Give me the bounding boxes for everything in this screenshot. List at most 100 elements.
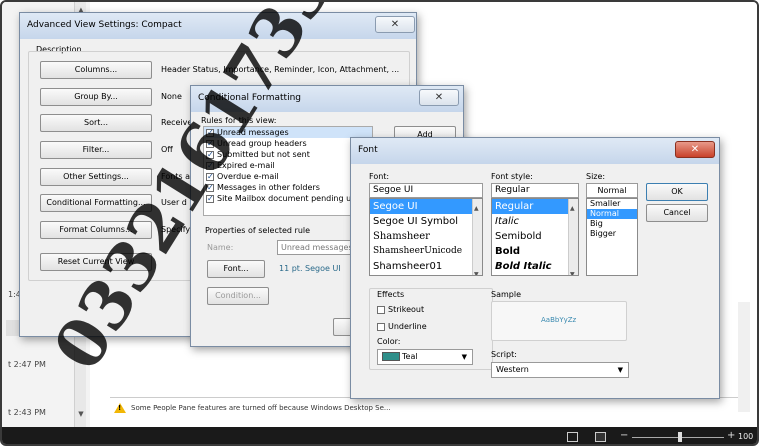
rule-checkbox[interactable]: [206, 138, 214, 149]
conditional-close-button[interactable]: ✕: [419, 89, 459, 106]
rule-item[interactable]: Unread messages: [204, 127, 372, 138]
script-dropdown[interactable]: Western ▼: [491, 362, 629, 378]
rule-item[interactable]: Messages in other folders: [204, 182, 372, 193]
font-style-item[interactable]: Semibold: [492, 229, 578, 244]
rule-label: Unread group headers: [217, 139, 307, 148]
font-style-item[interactable]: Bold Italic: [492, 259, 578, 274]
font-list-item[interactable]: Segoe UI Symbol: [370, 214, 482, 229]
font-dialog: Font ✕ Font: Segoe UI Segoe UI Segoe UI …: [350, 137, 720, 399]
rule-label: Overdue e-mail: [217, 172, 279, 181]
rules-label: Rules for this view:: [201, 116, 277, 125]
reading-pane-scrollbar[interactable]: [738, 302, 750, 412]
size-label: Size:: [586, 172, 606, 181]
zoom-level: 100: [738, 432, 754, 441]
strikeout-checkbox[interactable]: [377, 305, 385, 314]
script-value: Western: [496, 365, 529, 374]
rule-checkbox[interactable]: [206, 160, 214, 171]
zoom-slider-thumb[interactable]: [678, 432, 682, 442]
rule-item[interactable]: Overdue e-mail: [204, 171, 372, 182]
font-size-item[interactable]: Big: [587, 219, 637, 229]
normal-view-icon[interactable]: [567, 432, 578, 442]
sort-button[interactable]: Sort...: [40, 114, 152, 132]
scroll-down-icon[interactable]: ▼: [570, 267, 575, 275]
properties-label: Properties of selected rule: [205, 226, 311, 235]
font-size-item[interactable]: Smaller: [587, 199, 637, 209]
reset-current-view-button[interactable]: Reset Current View: [40, 253, 152, 271]
zoom-out-button[interactable]: −: [620, 430, 628, 441]
name-label: Name:: [207, 243, 234, 252]
rule-checkbox[interactable]: [206, 182, 214, 193]
font-size-field[interactable]: Normal: [586, 183, 638, 198]
scroll-up-icon[interactable]: ▲: [570, 201, 575, 216]
conditional-dialog-title: Conditional Formatting: [198, 93, 301, 103]
group-by-button[interactable]: Group By...: [40, 88, 152, 106]
rule-item[interactable]: Submitted but not sent: [204, 149, 372, 160]
font-style-item[interactable]: Italic: [492, 214, 578, 229]
scroll-down-icon[interactable]: ▼: [474, 267, 479, 275]
condition-button[interactable]: Condition...: [207, 287, 269, 305]
color-dropdown[interactable]: Teal ▼: [377, 349, 473, 365]
font-name-field[interactable]: Segoe UI: [369, 183, 483, 198]
scroll-up-icon[interactable]: ▲: [474, 201, 479, 216]
other-settings-value: Fonts a: [161, 172, 191, 181]
strikeout-label: Strikeout: [388, 305, 425, 314]
rule-checkbox[interactable]: [206, 127, 214, 138]
rule-checkbox[interactable]: [206, 193, 214, 204]
font-name-list[interactable]: Segoe UI Segoe UI Symbol Shamsheer Shams…: [369, 198, 483, 276]
conditional-formatting-button[interactable]: Conditional Formatting...: [40, 194, 152, 212]
font-size-list[interactable]: Smaller Normal Big Bigger: [586, 198, 638, 276]
font-size-item[interactable]: Normal: [587, 209, 637, 219]
group-by-value: None: [161, 92, 182, 101]
strikeout-option[interactable]: Strikeout: [377, 305, 424, 314]
font-cancel-button[interactable]: Cancel: [646, 204, 708, 222]
people-pane-notice: Some People Pane features are turned off…: [110, 397, 738, 417]
other-settings-button[interactable]: Other Settings...: [40, 168, 152, 186]
font-style-item[interactable]: Bold: [492, 244, 578, 259]
advanced-dialog-title: Advanced View Settings: Compact: [27, 20, 182, 30]
font-ok-button[interactable]: OK: [646, 183, 708, 201]
font-list-scrollbar[interactable]: ▲ ▼: [472, 199, 482, 275]
font-dialog-titlebar: Font ✕: [351, 138, 719, 164]
message-time-2: t 2:47 PM: [8, 360, 46, 369]
advanced-close-button[interactable]: ✕: [375, 16, 415, 33]
rule-item[interactable]: Unread group headers: [204, 138, 372, 149]
status-bar: − + 100: [2, 427, 757, 444]
font-list-item[interactable]: Segoe UI: [370, 199, 482, 214]
font-list-item[interactable]: Shamsheer01: [370, 259, 482, 274]
font-label: Font:: [369, 172, 390, 181]
font-style-field[interactable]: Regular: [491, 183, 579, 198]
columns-value: Header Status, Importance, Reminder, Ico…: [161, 65, 400, 74]
format-columns-button[interactable]: Format Columns...: [40, 221, 152, 239]
underline-option[interactable]: Underline: [377, 322, 427, 331]
font-style-item[interactable]: Regular: [492, 199, 578, 214]
font-style-scrollbar[interactable]: ▲ ▼: [568, 199, 578, 275]
font-list-item[interactable]: Shamsheer: [370, 229, 482, 244]
notice-text: Some People Pane features are turned off…: [131, 403, 391, 412]
rules-list[interactable]: Unread messages Unread group headers Sub…: [203, 126, 373, 216]
font-dialog-title: Font: [358, 145, 378, 155]
font-list-item[interactable]: ShamsheerUnicode: [370, 244, 482, 259]
font-close-button[interactable]: ✕: [675, 141, 715, 158]
conditional-formatting-value: User d: [161, 198, 187, 207]
filter-button[interactable]: Filter...: [40, 141, 152, 159]
rule-name-field[interactable]: Unread messages: [277, 240, 359, 255]
rule-font-button[interactable]: Font...: [207, 260, 265, 278]
rule-item[interactable]: Site Mailbox document pending u: [204, 193, 372, 204]
underline-checkbox[interactable]: [377, 322, 385, 331]
font-size-item[interactable]: Bigger: [587, 229, 637, 239]
rule-checkbox[interactable]: [206, 171, 214, 182]
rule-checkbox[interactable]: [206, 149, 214, 160]
sample-text: AaBbYyZz: [541, 316, 577, 324]
reading-view-icon[interactable]: [595, 432, 606, 442]
rule-item[interactable]: Expired e-mail: [204, 160, 372, 171]
rule-label: Site Mailbox document pending u: [217, 194, 352, 203]
window-frame: 1:49 AM t 2:47 PM t 2:43 PM ▲ ▼ Some Peo…: [0, 0, 759, 446]
warning-icon: [114, 402, 126, 413]
font-style-list[interactable]: Regular Italic Semibold Bold Bold Italic…: [491, 198, 579, 276]
rule-label: Messages in other folders: [217, 183, 320, 192]
zoom-in-button[interactable]: +: [727, 430, 735, 441]
underline-label: Underline: [388, 322, 427, 331]
color-value: Teal: [402, 352, 418, 361]
scroll-down-icon[interactable]: ▼: [76, 409, 86, 419]
columns-button[interactable]: Columns...: [40, 61, 152, 79]
